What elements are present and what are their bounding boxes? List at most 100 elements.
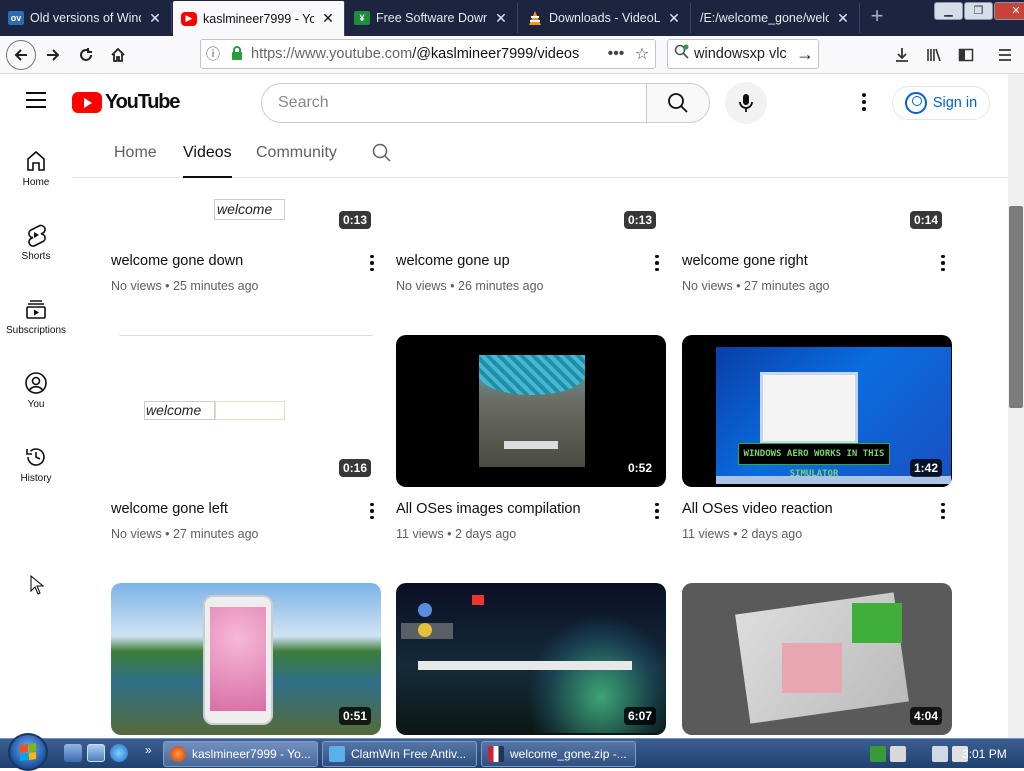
video-title[interactable]: All OSes images compilation — [396, 501, 581, 517]
search-engine-icon[interactable] — [674, 44, 694, 64]
close-tab-icon[interactable]: ✕ — [147, 10, 163, 27]
video-more-icon[interactable] — [648, 253, 666, 273]
fsd-favicon-icon: ¥ — [354, 11, 370, 25]
close-tab-icon[interactable]: ✕ — [493, 10, 509, 27]
video-thumbnail[interactable]: 0:13 — [396, 87, 666, 239]
menu-icon[interactable] — [992, 42, 1018, 68]
video-more-icon[interactable] — [934, 501, 952, 521]
youtube-play-icon — [72, 92, 102, 113]
network-tray-icon[interactable] — [932, 746, 948, 762]
home-button[interactable] — [103, 40, 133, 70]
guide-item-home[interactable]: Home — [0, 148, 72, 188]
video-card[interactable]: 0:51 — [111, 583, 381, 735]
video-thumbnail[interactable]: 0:52 — [396, 335, 666, 487]
guide-item-history[interactable]: History — [0, 444, 72, 484]
video-duration: 0:16 — [338, 459, 371, 477]
close-window-button[interactable]: ✕ — [994, 2, 1024, 20]
video-card[interactable]: 0:13 welcome gone up No views • 26 minut… — [396, 87, 666, 293]
video-card[interactable]: WINDOWS AERO WORKS IN THIS SIMULATOR 1:4… — [682, 335, 952, 541]
video-title[interactable]: welcome gone left — [111, 501, 228, 517]
forward-button[interactable] — [38, 40, 68, 70]
taskbar-item-clamwin[interactable]: ClamWin Free Antiv... — [322, 741, 477, 767]
switch-windows-icon[interactable] — [87, 744, 105, 762]
guide-label: You — [27, 399, 45, 410]
thumbnail-caption: WINDOWS AERO WORKS IN THIS SIMULATOR — [738, 443, 890, 479]
page-actions-icon[interactable]: ••• — [603, 45, 629, 63]
close-tab-icon[interactable]: ✕ — [835, 10, 851, 27]
video-card[interactable]: 6:07 — [396, 583, 666, 735]
show-desktop-icon[interactable] — [64, 744, 82, 762]
video-title[interactable]: All OSes video reaction — [682, 501, 833, 517]
start-button[interactable] — [8, 733, 48, 771]
home-icon — [111, 47, 125, 62]
tab-label: Downloads - VideoLA — [549, 11, 660, 25]
library-icon[interactable] — [921, 42, 947, 68]
tab-free-software[interactable]: ¥ Free Software Downl ✕ — [346, 3, 518, 33]
security-tray-icon[interactable] — [870, 746, 886, 762]
close-tab-icon[interactable]: ✕ — [666, 10, 682, 27]
video-title[interactable]: welcome gone up — [396, 253, 510, 269]
tab-old-versions[interactable]: ov Old versions of Wind ✕ — [0, 3, 172, 33]
search-bar[interactable]: windowsxp vlc → — [667, 39, 819, 69]
video-card[interactable]: 4:04 — [682, 583, 952, 735]
clamwin-tray-icon[interactable] — [890, 746, 906, 762]
video-thumbnail[interactable]: 6:07 — [396, 583, 666, 735]
video-duration: 0:13 — [338, 211, 371, 229]
video-card[interactable]: welcome 0:16 welcome gone left No views … — [111, 335, 381, 541]
taskbar-item-zip[interactable]: welcome_gone.zip -... — [481, 741, 636, 767]
video-thumbnail[interactable]: welcome 0:13 — [111, 87, 381, 239]
reload-button[interactable] — [71, 40, 101, 70]
video-thumbnail[interactable]: 4:04 — [682, 583, 952, 735]
video-card[interactable]: 0:14 welcome gone right No views • 27 mi… — [682, 87, 952, 293]
video-meta: No views • 27 minutes ago — [111, 527, 259, 541]
tab-local-file[interactable]: /E:/welcome_gone/welc ✕ — [692, 3, 860, 33]
video-card[interactable]: welcome 0:13 welcome gone down No views … — [111, 87, 381, 293]
firefox-icon — [170, 746, 186, 762]
close-tab-icon[interactable]: ✕ — [320, 10, 336, 27]
video-more-icon[interactable] — [363, 253, 381, 273]
guide-item-shorts[interactable]: Shorts — [0, 222, 72, 262]
video-thumbnail[interactable]: welcome 0:16 — [111, 335, 381, 487]
video-title[interactable]: welcome gone down — [111, 253, 243, 269]
sidebar-icon[interactable] — [953, 42, 979, 68]
lock-icon[interactable] — [225, 45, 249, 63]
back-button[interactable] — [6, 40, 36, 70]
taskbar-item-firefox[interactable]: kaslmineer7999 - Yo... — [163, 741, 318, 767]
downloads-icon[interactable] — [889, 42, 915, 68]
video-thumbnail[interactable]: WINDOWS AERO WORKS IN THIS SIMULATOR 1:4… — [682, 335, 952, 487]
guide-item-subscriptions[interactable]: Subscriptions — [0, 296, 72, 336]
video-duration: 0:51 — [338, 707, 371, 725]
minimize-button[interactable]: ▁ — [934, 2, 963, 20]
guide-item-you[interactable]: You — [0, 370, 72, 410]
video-more-icon[interactable] — [363, 501, 381, 521]
tab-videolan[interactable]: Downloads - VideoLA ✕ — [519, 3, 691, 33]
video-duration: 0:13 — [623, 211, 656, 229]
address-bar[interactable]: ⓘ https://www.youtube.com/@kaslmineer799… — [200, 39, 656, 69]
internet-explorer-icon[interactable] — [110, 744, 128, 762]
video-duration: 0:14 — [909, 211, 942, 229]
reload-icon — [80, 48, 92, 61]
navigation-toolbar: ⓘ https://www.youtube.com/@kaslmineer799… — [0, 36, 1024, 74]
search-go-icon[interactable]: → — [792, 44, 818, 65]
info-icon[interactable]: ⓘ — [201, 44, 225, 64]
video-duration: 1:42 — [909, 459, 942, 477]
taskbar-clock[interactable]: 3:01 PM — [962, 747, 1007, 761]
video-more-icon[interactable] — [648, 501, 666, 521]
maximize-button[interactable]: ❐ — [964, 2, 993, 20]
video-duration: 0:52 — [623, 459, 656, 477]
video-thumbnail[interactable]: 0:51 — [111, 583, 381, 735]
video-duration: 4:04 — [909, 707, 942, 725]
back-arrow-icon — [14, 49, 27, 61]
scrollbar-thumb[interactable] — [1009, 206, 1023, 408]
quicklaunch-overflow-icon[interactable]: » — [145, 743, 152, 757]
video-title[interactable]: welcome gone right — [682, 253, 808, 269]
thumbnail-line — [119, 335, 373, 336]
video-thumbnail[interactable]: 0:14 — [682, 87, 952, 239]
bookmark-star-icon[interactable]: ☆ — [629, 44, 655, 64]
tab-youtube[interactable]: ▶ kaslmineer7999 - Yo ✕ — [173, 1, 345, 36]
new-tab-button[interactable]: + — [864, 4, 890, 30]
video-card[interactable]: 0:52 All OSes images compilation 11 view… — [396, 335, 666, 541]
guide-label: Home — [22, 177, 50, 188]
guide-menu-icon[interactable] — [26, 92, 46, 110]
video-more-icon[interactable] — [934, 253, 952, 273]
